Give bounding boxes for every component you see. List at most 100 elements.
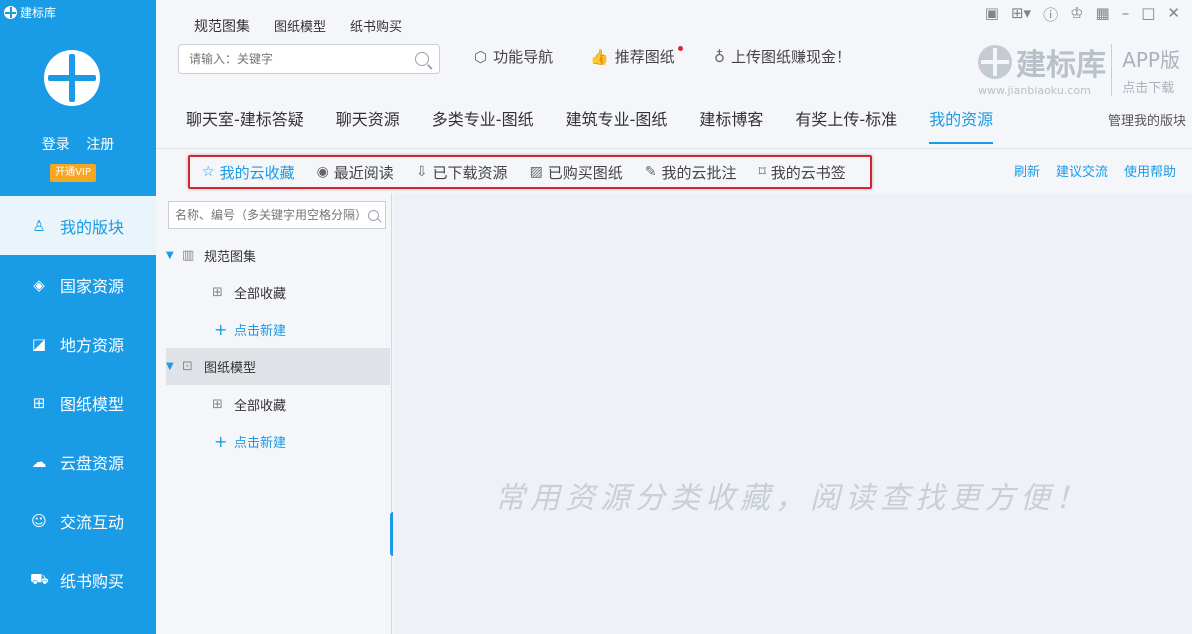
tree-search-box (168, 201, 386, 229)
avatar[interactable] (44, 50, 100, 106)
brand-logo: 建标库 www.jianbiaoku.com (978, 40, 1106, 97)
app-logo-icon (4, 6, 17, 19)
chat-icon: ☺ (31, 511, 47, 530)
tab-downloaded[interactable]: ⇩ 已下载资源 (416, 162, 508, 183)
sidebar-item-label: 地方资源 (60, 335, 125, 355)
refresh-link[interactable]: 刷新 (1014, 161, 1040, 180)
sub-toolbar: ☆ 我的云收藏 ◉ 最近阅读 ⇩ 已下载资源 ▨ 已购买图纸 ✎ 我的云批注 ⌑… (156, 148, 1192, 192)
top-tabs: 规范图集 图纸模型 纸书购买 (194, 16, 402, 36)
eye-icon: ◉ (316, 164, 329, 180)
sidebar-item-my-section[interactable]: ♙ 我的版块 (0, 196, 156, 255)
sidebar-item-national[interactable]: ◈ 国家资源 (0, 255, 156, 314)
feedback-link[interactable]: 建议交流 (1056, 161, 1108, 180)
sidebar-item-local[interactable]: ◪ 地方资源 (0, 314, 156, 373)
brand-name-text: 建标库 (1016, 48, 1106, 83)
layers-icon: ◈ (33, 275, 45, 294)
close-icon[interactable]: ✕ (1167, 4, 1180, 25)
register-link[interactable]: 注册 (86, 137, 114, 153)
tab-chat-resources[interactable]: 聊天资源 (336, 100, 400, 144)
tree-node-label: 点击新建 (234, 324, 287, 339)
tree-node-label: 全部收藏 (234, 287, 287, 302)
sidebar-item-cloud[interactable]: ☁ 云盘资源 (0, 432, 156, 491)
tab-cloud-favorites[interactable]: ☆ 我的云收藏 (202, 162, 295, 183)
function-nav-button[interactable]: ⬡ 功能导航 (474, 46, 553, 67)
star-icon: ☆ (202, 164, 215, 180)
tab-cloud-bookmarks[interactable]: ⌑ 我的云书签 (759, 162, 846, 183)
sub-item-label: 已购买图纸 (547, 163, 623, 182)
sub-toolbar-actions: 刷新 建议交流 使用帮助 (1014, 161, 1176, 180)
app-download[interactable]: APP版 点击下载 (1111, 44, 1180, 96)
feature-label: 功能导航 (493, 48, 554, 66)
grid-icon[interactable]: ▦ (1096, 4, 1110, 25)
tree-group-standards[interactable]: ▼ ▥ 规范图集 (166, 237, 390, 274)
sidebar-item-books[interactable]: ⛟ 纸书购买 (0, 550, 156, 609)
sidebar-item-label: 我的版块 (60, 217, 125, 237)
thumbs-up-icon: 👍 (590, 47, 609, 66)
sub-item-label: 最近阅读 (333, 163, 394, 182)
bookmark-icon: ⌑ (758, 164, 766, 180)
upload-earn-button[interactable]: ♁ 上传图纸赚现金！ (714, 46, 851, 67)
cart-icon: ⛟ (30, 569, 49, 588)
sidebar-item-label: 纸书购买 (60, 571, 125, 591)
notification-dot (677, 46, 683, 51)
sidebar-item-community[interactable]: ☺ 交流互动 (0, 491, 156, 550)
add-icon[interactable]: ⊞▾ (1011, 4, 1031, 25)
building-icon: ▥ (182, 248, 195, 263)
manage-section-link[interactable]: 管理我的版块 (1108, 110, 1186, 129)
sidebar-item-drawings[interactable]: ⊞ 图纸模型 (0, 373, 156, 432)
help-icon[interactable]: ⓘ (1043, 4, 1058, 25)
app-title-text: 建标库 (20, 6, 57, 20)
caret-down-icon[interactable]: ▼ (166, 250, 182, 261)
search-icon[interactable] (368, 209, 379, 221)
tree-node-label: 点击新建 (234, 436, 287, 451)
favorites-tree: ▼ ▥ 规范图集 ⊞ 全部收藏 + 点击新建 ▼ ⊡ 图纸模型 ⊞ 全部收藏 +… (156, 193, 392, 634)
sidebar-item-label: 交流互动 (60, 512, 125, 532)
recommended-drawings-button[interactable]: 👍 推荐图纸 (590, 46, 683, 67)
tab-multi-discipline[interactable]: 多类专业-图纸 (432, 100, 534, 144)
tree-add-new-button[interactable]: + 点击新建 (166, 423, 390, 460)
sub-item-label: 我的云书签 (770, 163, 846, 182)
window-controls: ▣ ⊞▾ ⓘ ♔ ▦ – □ ✕ (985, 4, 1180, 25)
skin-icon[interactable]: ♔ (1070, 4, 1083, 25)
search-box (178, 44, 440, 74)
caret-down-icon[interactable]: ▼ (166, 361, 182, 372)
tab-cloud-annotations[interactable]: ✎ 我的云批注 (645, 162, 737, 183)
tab-my-resources[interactable]: 我的资源 (929, 100, 994, 144)
tree-item-all-favorites[interactable]: ⊞ 全部收藏 (166, 274, 390, 311)
sidebar: 建标库 登录 注册 开通VIP ♙ 我的版块 ◈ 国家资源 ◪ 地方资源 ⊞ 图… (0, 0, 156, 634)
app-label: APP版 (1122, 48, 1180, 72)
search-input[interactable] (189, 52, 415, 66)
tree-item-all-favorites[interactable]: ⊞ 全部收藏 (166, 386, 390, 423)
tab-purchased[interactable]: ▨ 已购买图纸 (530, 162, 623, 183)
cloud-icon: ☁ (31, 452, 47, 471)
brand-name: 建标库 (978, 40, 1106, 84)
tab-upload-reward[interactable]: 有奖上传-标准 (795, 100, 897, 144)
calendar-icon[interactable]: ▣ (985, 4, 999, 25)
tree-group-drawings[interactable]: ▼ ⊡ 图纸模型 (166, 348, 390, 385)
top-tab-standards[interactable]: 规范图集 (194, 16, 250, 36)
login-link[interactable]: 登录 (42, 137, 70, 153)
feature-label: 推荐图纸 (614, 46, 683, 67)
tab-recent-reading[interactable]: ◉ 最近阅读 (317, 162, 394, 183)
tree-add-new-button[interactable]: + 点击新建 (166, 311, 390, 348)
feature-label-text: 推荐图纸 (614, 48, 675, 66)
vip-button[interactable]: 开通VIP (50, 164, 96, 182)
search-icon[interactable] (415, 52, 429, 66)
sub-item-label: 我的云批注 (661, 163, 737, 182)
drawing-icon: ⊡ (182, 359, 193, 374)
tab-architecture[interactable]: 建筑专业-图纸 (566, 100, 668, 144)
tab-blog[interactable]: 建标博客 (699, 100, 763, 144)
tab-chatroom[interactable]: 聊天室-建标答疑 (186, 100, 304, 144)
maximize-icon[interactable]: □ (1141, 4, 1155, 25)
top-tab-books[interactable]: 纸书购买 (350, 16, 402, 36)
edit-icon: ✎ (644, 164, 657, 180)
minimize-icon[interactable]: – (1122, 4, 1130, 25)
tree-node-label: 图纸模型 (204, 361, 257, 376)
grid-icon: ⊞ (212, 397, 223, 412)
content-area: 常用资源分类收藏，阅读查找更方便！ (393, 193, 1192, 634)
sub-item-label: 已下载资源 (432, 163, 508, 182)
top-tab-drawings[interactable]: 图纸模型 (274, 16, 326, 36)
tree-search-input[interactable] (175, 208, 368, 222)
app-sub: 点击下载 (1122, 81, 1175, 96)
help-link[interactable]: 使用帮助 (1124, 161, 1176, 180)
